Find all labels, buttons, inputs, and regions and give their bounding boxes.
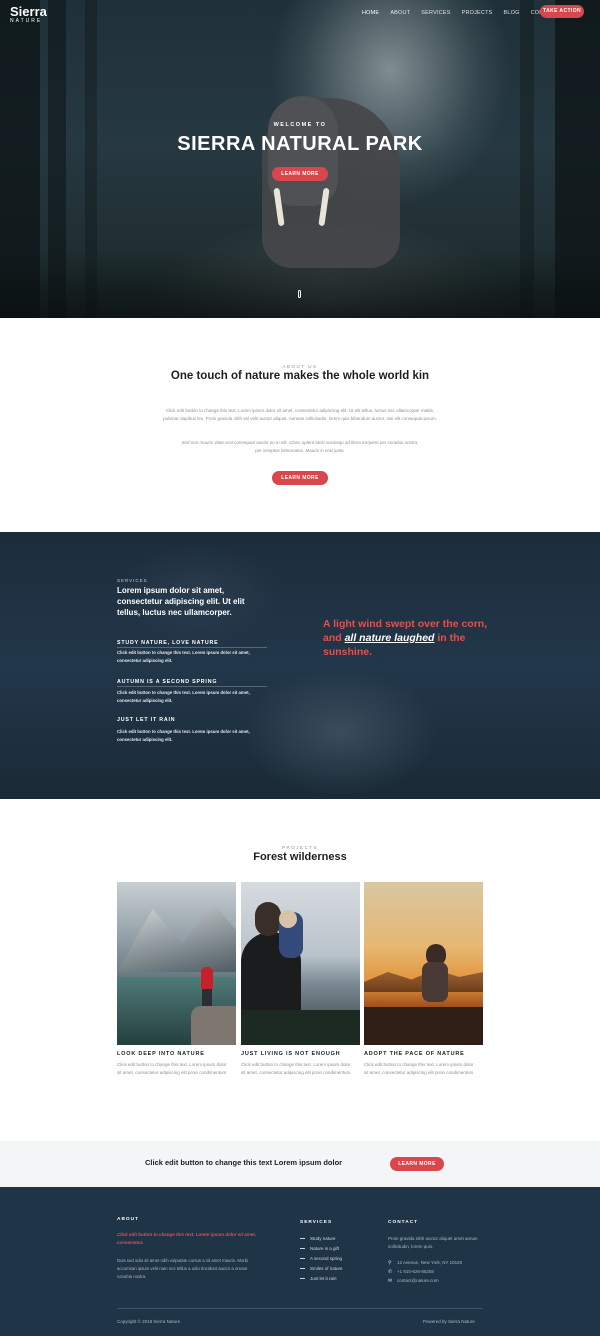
service-text-1: Click edit button to change this text. L… bbox=[117, 650, 250, 663]
nav-services[interactable]: SERVICES bbox=[421, 10, 450, 16]
footer-divider bbox=[117, 1308, 483, 1309]
projects-title: Forest wilderness bbox=[253, 851, 347, 863]
footer-service-link-1-label: Study nature bbox=[310, 1236, 336, 1241]
footer-about-text: Duis sed odio sit amet nibh vulputate cu… bbox=[117, 1258, 249, 1279]
take-action-button[interactable]: TAKE ACTION bbox=[540, 5, 584, 18]
footer-services-heading: SERVICES bbox=[300, 1220, 333, 1225]
service-divider-2 bbox=[117, 686, 267, 687]
nav-about[interactable]: ABOUT bbox=[390, 10, 410, 16]
footer-service-link-4-label: Smiles of nature bbox=[310, 1266, 343, 1271]
services-label: SERVICES bbox=[117, 578, 148, 583]
footer-phone-text: +1 910-626-85255 bbox=[397, 1269, 434, 1274]
hero-kicker: WELCOME TO bbox=[273, 122, 327, 128]
nav-home[interactable]: HOME bbox=[362, 10, 379, 16]
logo-title: Sierra bbox=[10, 4, 47, 19]
logo-subtitle: NATURE bbox=[10, 18, 43, 24]
project-text-2: Click edit button to change this text. L… bbox=[241, 1062, 352, 1075]
service-title-3: JUST LET IT RAIN bbox=[117, 717, 176, 723]
main-nav: HOME ABOUT SERVICES PROJECTS BLOG CONTAC… bbox=[362, 6, 569, 20]
footer-contact-text: Proin gravida nibh auctor aliquet amet a… bbox=[388, 1236, 478, 1249]
footer-service-link-5-label: Just let it rain bbox=[310, 1276, 337, 1281]
about-paragraph-1: Click edit button to change this text. L… bbox=[163, 408, 437, 421]
footer-about-heading: ABOUT bbox=[117, 1217, 140, 1222]
about-title: One touch of nature makes the whole worl… bbox=[170, 370, 430, 382]
footer-email-text: contact@nature.com bbox=[397, 1278, 439, 1283]
hero-section bbox=[0, 0, 600, 318]
services-quote: A light wind swept over the corn, and al… bbox=[323, 617, 493, 659]
site-logo[interactable]: Sierra NATURE bbox=[10, 5, 47, 25]
footer-phone[interactable]: ✆ +1 910-626-85255 bbox=[388, 1269, 434, 1275]
service-text-3: Click edit button to change this text. L… bbox=[117, 729, 250, 742]
projects-label: PROJECTS bbox=[281, 845, 318, 850]
project-title-2[interactable]: JUST LIVING IS NOT ENOUGH bbox=[241, 1051, 340, 1057]
nav-blog[interactable]: BLOG bbox=[504, 10, 520, 16]
footer-address-text: 12 Avenue, New York, NY 10160 bbox=[397, 1260, 463, 1265]
hero-title: SIERRA NATURAL PARK bbox=[177, 133, 423, 155]
phone-icon: ✆ bbox=[388, 1269, 393, 1275]
services-heading: Lorem ipsum dolor sit amet, consectetur … bbox=[117, 586, 245, 617]
footer-copyright: Copyright © 2018 Sierra Nature bbox=[117, 1319, 181, 1324]
footer-email[interactable]: ✉ contact@nature.com bbox=[388, 1278, 439, 1284]
project-image-2[interactable] bbox=[241, 882, 360, 1045]
footer-about-highlight: Click edit button to change this text. L… bbox=[117, 1232, 257, 1245]
service-title-1: STUDY NATURE, LOVE NATURE bbox=[117, 640, 219, 646]
project-title-3[interactable]: ADOPT THE PACE OF NATURE bbox=[364, 1051, 465, 1057]
project-image-3[interactable] bbox=[364, 882, 483, 1045]
footer-service-link-3[interactable]: A second spring bbox=[300, 1256, 342, 1261]
about-paragraph-2: Sed non mauris vitae erat consequat auct… bbox=[181, 440, 419, 453]
footer bbox=[0, 1187, 600, 1336]
footer-service-link-5[interactable]: Just let it rain bbox=[300, 1276, 337, 1281]
page: Sierra NATURE HOME ABOUT SERVICES PROJEC… bbox=[0, 0, 600, 1336]
cta-text: Click edit button to change this text Lo… bbox=[145, 1158, 343, 1167]
footer-powered-by: Powered by Sierra Nature bbox=[423, 1319, 475, 1324]
envelope-icon: ✉ bbox=[388, 1278, 393, 1284]
service-divider-1 bbox=[117, 647, 267, 648]
footer-service-link-3-label: A second spring bbox=[310, 1256, 343, 1261]
about-label: ABOUT US bbox=[282, 364, 318, 369]
project-title-1[interactable]: LOOK DEEP INTO NATURE bbox=[117, 1051, 205, 1057]
service-text-2: Click edit button to change this text. L… bbox=[117, 690, 250, 703]
footer-address: ⚲ 12 Avenue, New York, NY 10160 bbox=[388, 1260, 462, 1266]
cta-learn-more-button[interactable]: LEARN MORE bbox=[390, 1157, 444, 1171]
footer-service-link-2-label: Nature is a gift bbox=[310, 1246, 340, 1251]
about-learn-more-button[interactable]: LEARN MORE bbox=[272, 471, 328, 485]
scroll-down-icon[interactable] bbox=[298, 290, 301, 298]
hero-learn-more-button[interactable]: LEARN MORE bbox=[272, 167, 328, 181]
footer-service-link-4[interactable]: Smiles of nature bbox=[300, 1266, 343, 1271]
location-pin-icon: ⚲ bbox=[388, 1260, 392, 1266]
nav-projects[interactable]: PROJECTS bbox=[462, 10, 493, 16]
service-title-2: AUTUMN IS A SECOND SPRING bbox=[117, 679, 218, 685]
services-section bbox=[0, 532, 600, 799]
footer-service-link-2[interactable]: Nature is a gift bbox=[300, 1246, 339, 1251]
project-text-3: Click edit button to change this text. L… bbox=[364, 1062, 475, 1075]
project-text-1: Click edit button to change this text. L… bbox=[117, 1062, 228, 1075]
footer-service-link-1[interactable]: Study nature bbox=[300, 1236, 336, 1241]
project-image-1[interactable] bbox=[117, 882, 236, 1045]
footer-contact-heading: CONTACT bbox=[388, 1220, 419, 1225]
quote-emphasis: all nature laughed bbox=[344, 632, 435, 644]
